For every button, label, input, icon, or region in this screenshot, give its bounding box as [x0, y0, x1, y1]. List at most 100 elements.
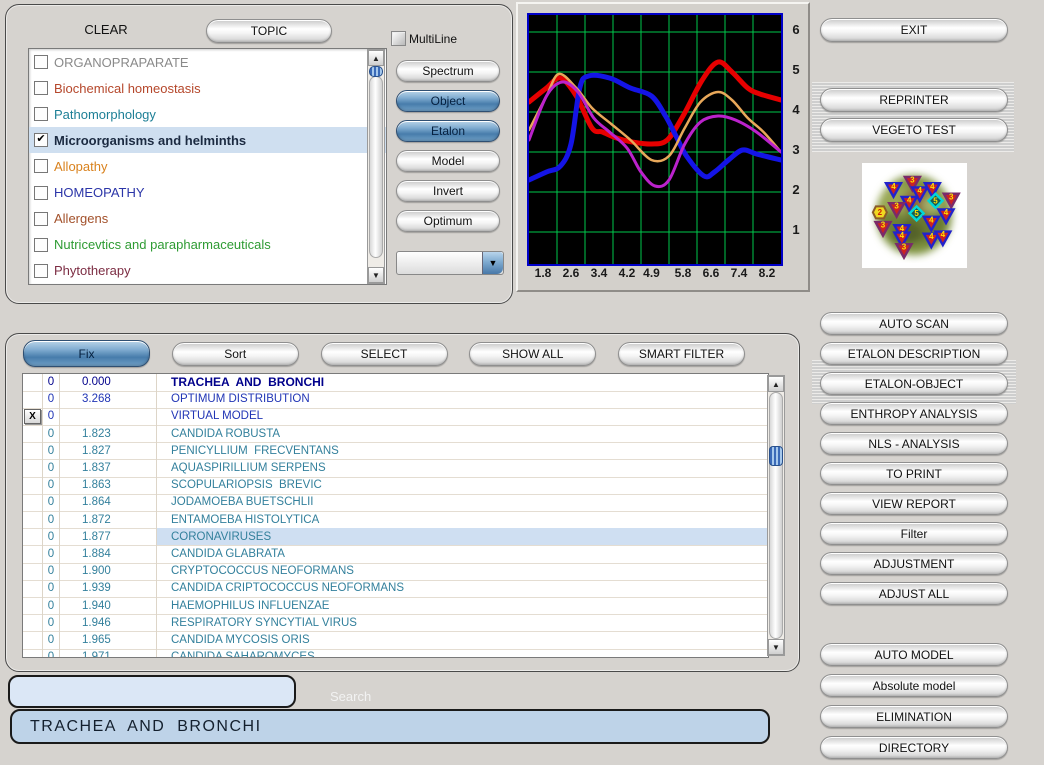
table-row[interactable]: 01.884CANDIDA GLABRATA [23, 546, 768, 563]
row-name-cell: SCOPULARIOPSIS BREVIC [157, 477, 768, 495]
adjust-all-button[interactable]: ADJUST ALL [820, 582, 1008, 605]
table-row[interactable]: 01.971CANDIDA SAHAROMYCES [23, 649, 768, 658]
table-row[interactable]: 01.863SCOPULARIOPSIS BREVIC [23, 477, 768, 494]
topic-list-item[interactable]: HOMEOPATHY [29, 179, 386, 205]
row-value-cell: 1.946 [60, 614, 157, 632]
etalon-object-button[interactable]: ETALON-OBJECT [820, 372, 1008, 395]
row-name-cell: VIRTUAL MODEL [157, 408, 768, 426]
topic-label: Biochemical homeostasis [54, 81, 201, 96]
row-x-cell [23, 477, 43, 495]
table-row[interactable]: 01.837AQUASPIRILLIUM SERPENS [23, 460, 768, 477]
toolbar-button-show-all[interactable]: SHOW ALL [469, 342, 596, 366]
filter-button[interactable]: Filter [820, 522, 1008, 545]
remove-x-button[interactable]: X [24, 409, 41, 424]
topic-list-item[interactable]: ORGANOPRAPARATE [29, 49, 386, 75]
table-row[interactable]: 01.939CANDIDA CRIPTOCOCCUS NEOFORMANS [23, 580, 768, 597]
search-input[interactable] [8, 675, 296, 708]
row-value-cell: 1.884 [60, 545, 157, 563]
adjustment-button[interactable]: ADJUSTMENT [820, 552, 1008, 575]
checked-checkbox-icon[interactable]: ✔ [34, 133, 48, 147]
unchecked-checkbox-icon[interactable] [34, 81, 48, 95]
mode-button-model[interactable]: Model [396, 150, 500, 172]
exit-button[interactable]: EXIT [820, 18, 1008, 42]
table-row[interactable]: 01.877CORONAVIRUSES [23, 529, 768, 546]
view-report-button[interactable]: VIEW REPORT [820, 492, 1008, 515]
mode-button-spectrum[interactable]: Spectrum [396, 60, 500, 82]
toolbar-button-select[interactable]: SELECT [321, 342, 448, 366]
unchecked-checkbox-icon[interactable] [34, 238, 48, 252]
scroll-thumb[interactable] [369, 66, 383, 77]
y-tick-label: 6 [786, 22, 806, 37]
mode-button-invert[interactable]: Invert [396, 180, 500, 202]
to-print-button[interactable]: TO PRINT [820, 462, 1008, 485]
scroll-up-icon[interactable]: ▲ [768, 376, 784, 392]
results-scrollbar[interactable]: ▲ ▼ [767, 375, 785, 656]
search-button[interactable]: Search [330, 689, 410, 704]
topic-list-item[interactable]: Phytotherapy [29, 258, 386, 284]
combobox-dropdown-icon[interactable]: ▼ [482, 252, 503, 274]
unchecked-checkbox-icon[interactable] [34, 264, 48, 278]
triangle-marker[interactable]: 3 [897, 243, 912, 258]
directory-button[interactable]: DIRECTORY [820, 736, 1008, 759]
hexagon-marker[interactable]: 2 [873, 206, 887, 218]
auto-model-button[interactable]: AUTO MODEL [820, 643, 1008, 666]
table-row[interactable]: X0VIRTUAL MODEL [23, 408, 768, 425]
absolute-model-button[interactable]: Absolute model [820, 674, 1008, 697]
table-row[interactable]: 01.823CANDIDA ROBUSTA [23, 426, 768, 443]
reprinter-button[interactable]: REPRINTER [820, 88, 1008, 112]
row-flag-cell: 0 [43, 459, 60, 477]
unchecked-checkbox-icon[interactable] [34, 107, 48, 121]
table-row[interactable]: 03.268OPTIMUM DISTRIBUTION [23, 391, 768, 408]
enthropy-analysis-button[interactable]: ENTHROPY ANALYSIS [820, 402, 1008, 425]
table-row[interactable]: 01.827PENICYLLIUM FRECVENTANS [23, 443, 768, 460]
svg-text:4: 4 [929, 215, 934, 224]
topic-list-item[interactable]: ✔Microorganisms and helminths [29, 127, 386, 153]
scroll-thumb[interactable] [769, 446, 783, 466]
elimination-button[interactable]: ELIMINATION [820, 705, 1008, 728]
etalon-combobox[interactable]: ▼ [396, 251, 504, 275]
scroll-down-icon[interactable]: ▼ [368, 267, 384, 283]
table-row[interactable]: 01.900CRYPTOCOCCUS NEOFORMANS [23, 563, 768, 580]
table-row[interactable]: 00.000TRACHEA AND BRONCHI [23, 374, 768, 391]
scroll-track[interactable] [769, 392, 783, 639]
mode-button-object[interactable]: Object [396, 90, 500, 112]
unchecked-checkbox-icon[interactable] [34, 186, 48, 200]
topic-list-item[interactable]: Allopathy [29, 153, 386, 179]
vegeto-test-button[interactable]: VEGETO TEST [820, 118, 1008, 142]
mode-button-optimum[interactable]: Optimum [396, 210, 500, 232]
toolbar-button-sort[interactable]: Sort [172, 342, 299, 366]
scroll-track[interactable] [369, 76, 383, 258]
scroll-up-icon[interactable]: ▲ [368, 50, 384, 66]
mode-button-etalon[interactable]: Etalon [396, 120, 500, 142]
svg-text:4: 4 [900, 231, 905, 240]
table-row[interactable]: 01.965CANDIDA MYCOSIS ORIS [23, 632, 768, 649]
topic-label: HOMEOPATHY [54, 185, 145, 200]
scroll-down-icon[interactable]: ▼ [768, 639, 784, 655]
x-axis-labels: 1.82.63.44.24.95.86.67.48.2 [529, 266, 781, 284]
topic-list-item[interactable]: Biochemical homeostasis [29, 75, 386, 101]
table-row[interactable]: 01.940HAEMOPHILUS INFLUENZAE [23, 597, 768, 614]
topic-list-item[interactable]: Allergens [29, 206, 386, 232]
unchecked-checkbox-icon[interactable] [34, 55, 48, 69]
nls-analysis-button[interactable]: NLS - ANALYSIS [820, 432, 1008, 455]
etalon-description-button[interactable]: ETALON DESCRIPTION [820, 342, 1008, 365]
row-x-cell [23, 459, 43, 477]
topic-list-scrollbar[interactable]: ▲ ▼ [367, 49, 385, 284]
topic-list-item[interactable]: Nutricevtics and parapharmaceuticals [29, 232, 386, 258]
results-table[interactable]: 00.000TRACHEA AND BRONCHI03.268OPTIMUM D… [22, 373, 769, 658]
toolbar-button-fix[interactable]: Fix [23, 340, 150, 367]
unchecked-checkbox-icon[interactable] [34, 159, 48, 173]
table-row[interactable]: 01.872ENTAMOEBA HISTOLYTICA [23, 512, 768, 529]
multiline-checkbox[interactable] [391, 31, 406, 46]
topic-list[interactable]: ORGANOPRAPARATE Biochemical homeostasis Pa… [28, 48, 387, 285]
toolbar-button-smart-filter[interactable]: SMART FILTER [618, 342, 745, 366]
organ-preview-image[interactable]: 344453432544344443 [862, 163, 967, 268]
auto-scan-button[interactable]: AUTO SCAN [820, 312, 1008, 335]
table-row[interactable]: 01.864JODAMOEBA BUETSCHLII [23, 494, 768, 511]
topic-list-item[interactable]: Pathomorphology [29, 101, 386, 127]
clear-button[interactable]: CLEAR [46, 22, 166, 37]
table-row[interactable]: 01.946RESPIRATORY SYNCYTIAL VIRUS [23, 615, 768, 632]
unchecked-checkbox-icon[interactable] [34, 212, 48, 226]
row-value-cell: 1.823 [60, 425, 157, 443]
topic-button[interactable]: TOPIC [206, 19, 332, 43]
